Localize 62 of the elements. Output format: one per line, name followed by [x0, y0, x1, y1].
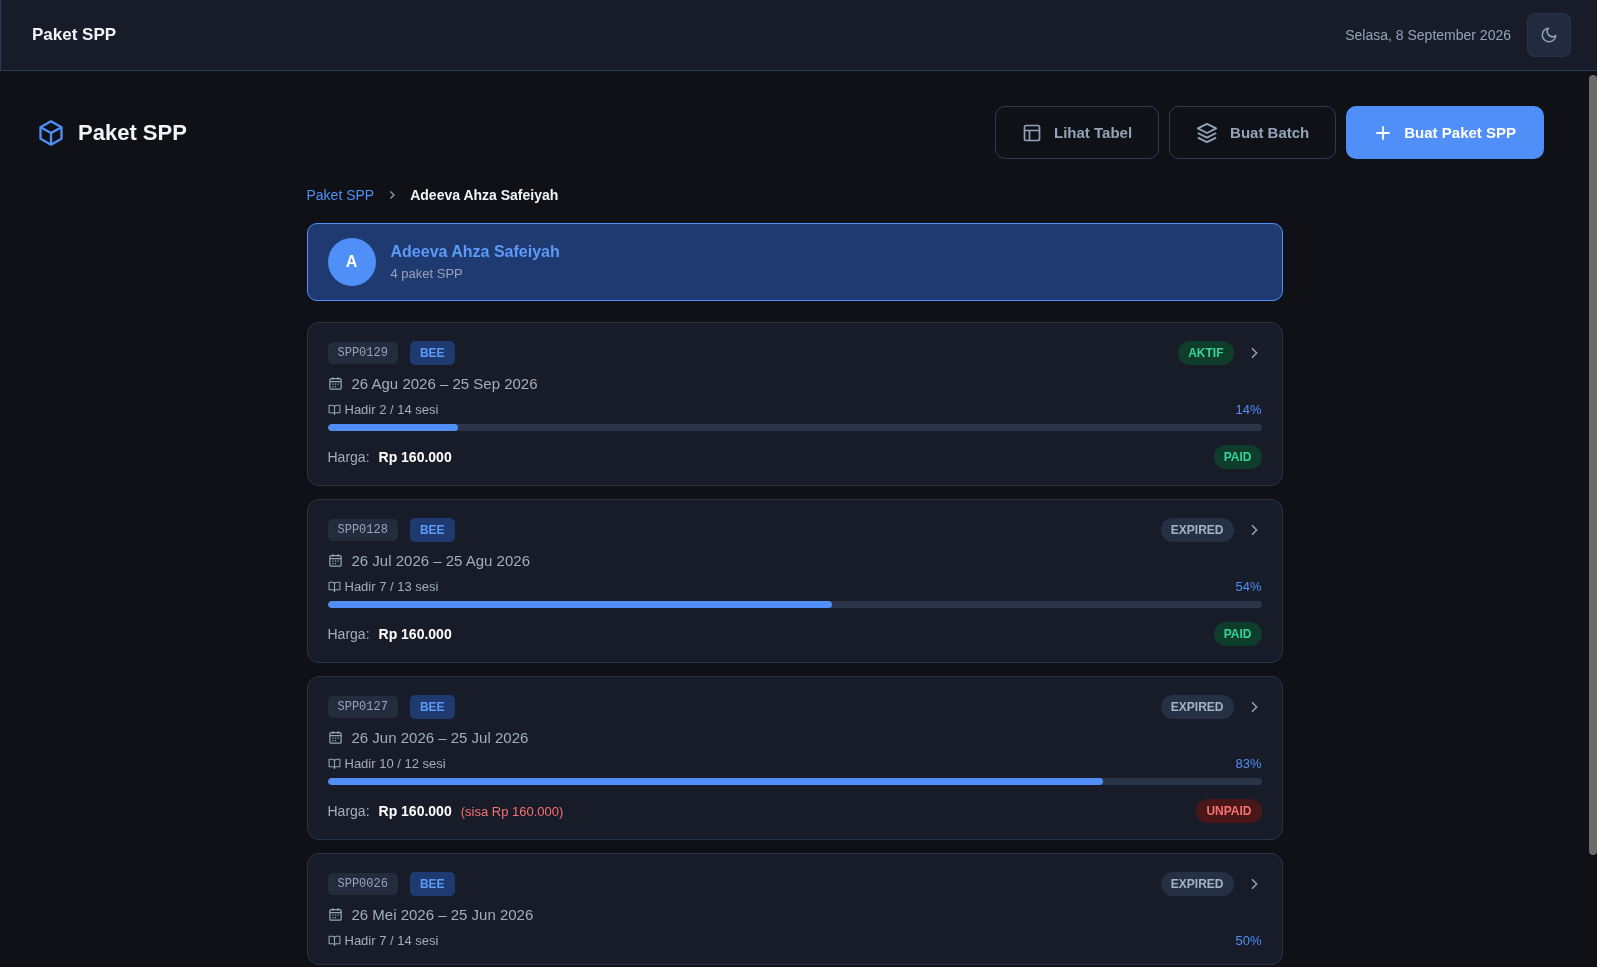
payment-badge: PAID — [1213, 445, 1262, 469]
attendance-text: Hadir 7 / 14 sesi — [344, 933, 439, 948]
attendance-text: Hadir 2 / 14 sesi — [344, 402, 439, 417]
status-badge: EXPIRED — [1160, 518, 1234, 542]
book-icon — [327, 580, 341, 593]
attendance-text: Hadir 7 / 13 sesi — [344, 579, 439, 594]
calendar-icon — [327, 376, 343, 391]
package-card[interactable]: SPP0026 BEE EXPIRED 26 Mei 2026 – 25 Jun 2026 Hadir 7 / 14 sesi 50% — [306, 853, 1283, 965]
theme-toggle-button[interactable] — [1527, 13, 1571, 57]
package-code: SPP0128 — [327, 519, 398, 541]
moon-icon — [1540, 26, 1558, 44]
plus-icon — [1374, 123, 1393, 142]
period-dates: 26 Jul 2026 – 25 Agu 2026 — [351, 552, 530, 569]
current-date: Selasa, 8 September 2026 — [1345, 27, 1511, 43]
period-dates: 26 Jun 2026 – 25 Jul 2026 — [351, 729, 529, 746]
calendar-icon — [327, 907, 343, 922]
book-icon — [327, 757, 341, 770]
page-title: Paket SPP — [78, 119, 187, 146]
student-name: Adeeva Ahza Safeiyah — [390, 243, 560, 261]
price-label: Harga: — [327, 449, 370, 465]
program-tag: BEE — [409, 341, 455, 365]
price-value: Rp 160.000 — [378, 626, 452, 642]
status-badge: AKTIF — [1178, 341, 1234, 365]
package-card[interactable]: SPP0129 BEE AKTIF 26 Agu 2026 – 25 Sep 2026 Hadir 2 / 14 sesi 14% Harga: Rp 160.000 PAID — [306, 322, 1283, 486]
payment-badge: UNPAID — [1196, 799, 1262, 823]
calendar-icon — [327, 730, 343, 745]
layers-icon — [1196, 121, 1219, 144]
batch-button[interactable]: Buat Batch — [1169, 106, 1337, 159]
app-title: Paket SPP — [32, 25, 117, 45]
package-code: SPP0127 — [327, 696, 398, 718]
price-value: Rp 160.000 — [378, 803, 452, 819]
program-tag: BEE — [409, 695, 455, 719]
calendar-icon — [327, 553, 343, 568]
status-badge: EXPIRED — [1160, 872, 1234, 896]
package-code: SPP0129 — [327, 342, 398, 364]
program-tag: BEE — [409, 518, 455, 542]
attendance-percent: 83% — [1235, 756, 1262, 771]
remaining-amount: (sisa Rp 160.000) — [460, 803, 564, 819]
price-label: Harga: — [327, 626, 370, 642]
breadcrumb-current: Adeeva Ahza Safeiyah — [410, 187, 559, 203]
attendance-percent: 14% — [1235, 402, 1262, 417]
package-count: 4 paket SPP — [390, 266, 464, 281]
cube-icon — [37, 118, 65, 147]
package-code: SPP0026 — [327, 873, 398, 895]
status-badge: EXPIRED — [1160, 695, 1234, 719]
attendance-percent: 54% — [1235, 579, 1262, 594]
breadcrumb-link[interactable]: Paket SPP — [306, 187, 375, 203]
period-dates: 26 Mei 2026 – 25 Jun 2026 — [351, 906, 534, 923]
book-icon — [327, 934, 341, 947]
table-icon — [1022, 122, 1043, 143]
package-card[interactable]: SPP0127 BEE EXPIRED 26 Jun 2026 – 25 Jul 2026 Hadir 10 / 12 sesi 83% Harga: Rp 160.000 (sisa Rp 160.000) UNPAID — [306, 676, 1283, 840]
attendance-text: Hadir 10 / 12 sesi — [344, 756, 446, 771]
price-label: Harga: — [327, 803, 370, 819]
package-card[interactable]: SPP0128 BEE EXPIRED 26 Jul 2026 – 25 Agu 2026 Hadir 7 / 13 sesi 54% Harga: Rp 160.000 PAID — [306, 499, 1283, 663]
price-value: Rp 160.000 — [378, 449, 452, 465]
period-dates: 26 Agu 2026 – 25 Sep 2026 — [351, 375, 538, 392]
payment-badge: PAID — [1213, 622, 1262, 646]
book-icon — [327, 403, 341, 416]
table-view-button[interactable]: Lihat Tabel — [995, 106, 1160, 159]
program-tag: BEE — [409, 872, 455, 896]
attendance-percent: 50% — [1235, 933, 1262, 948]
avatar: A — [327, 238, 376, 286]
